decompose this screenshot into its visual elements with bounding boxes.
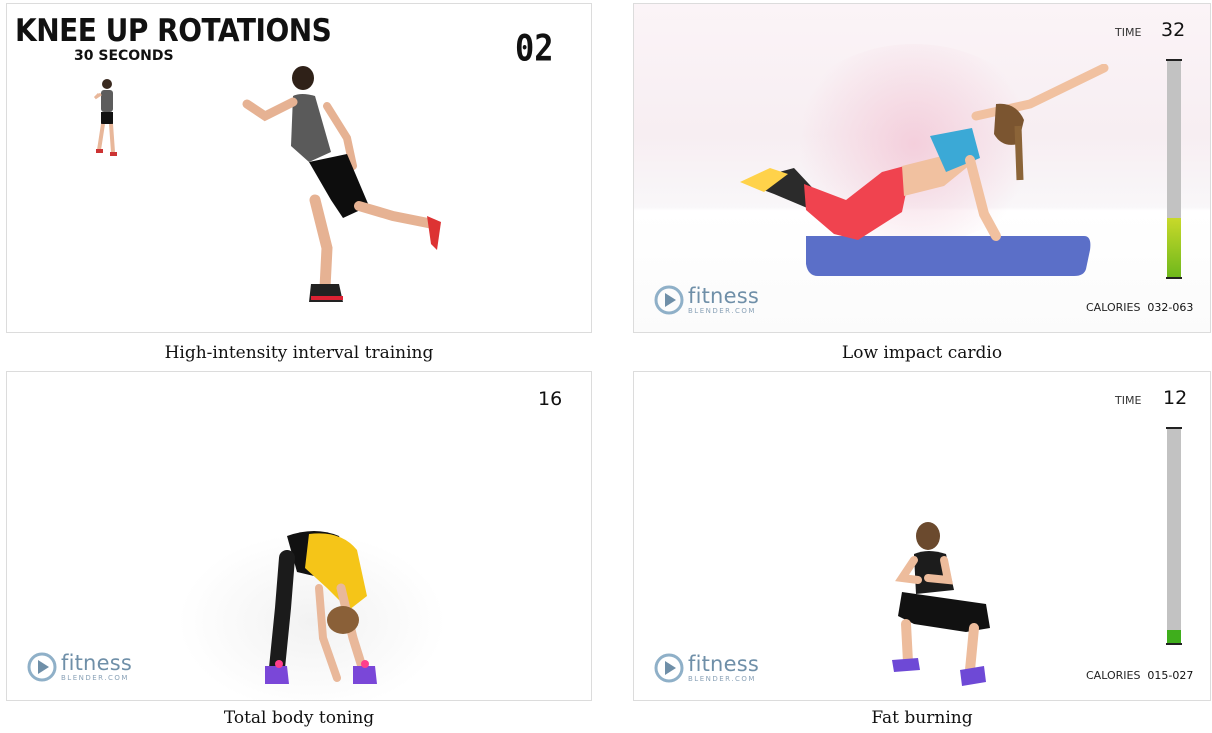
meter-fill — [1167, 218, 1181, 277]
video-thumbnail[interactable]: TIME 32 CALORIES 032-063 fitness BLENDER… — [633, 3, 1211, 333]
calories-readout: CALORIES 015-027 — [1086, 669, 1193, 682]
video-thumbnail[interactable]: KNEE UP ROTATIONS 30 SECONDS 02 — [6, 3, 592, 333]
meter-top-cap — [1166, 59, 1182, 61]
video-thumbnail[interactable]: 16 fitness BLENDER.COM — [6, 371, 592, 701]
video-caption[interactable]: High-intensity interval training — [6, 343, 592, 363]
calories-value: 015-027 — [1147, 669, 1194, 682]
meter-top-cap — [1166, 427, 1182, 429]
calories-label: CALORIES — [1086, 669, 1141, 682]
play-logo-icon — [654, 285, 684, 315]
fitness-blender-logo: fitness BLENDER.COM — [654, 653, 759, 683]
time-value: 32 — [1161, 19, 1186, 41]
meter-bottom-cap — [1166, 277, 1182, 279]
video-caption[interactable]: Fat burning — [633, 708, 1211, 728]
video-card-total-body[interactable]: 16 fitness BLENDER.COM Total body toning — [6, 371, 592, 733]
logo-domain: BLENDER.COM — [61, 673, 129, 682]
video-card-fat-burning[interactable]: TIME 12 CALORIES 015-027 fitness BLENDER… — [633, 371, 1211, 733]
exercise-title: KNEE UP ROTATIONS — [15, 12, 332, 49]
round-counter: 02 — [515, 26, 554, 70]
video-card-low-impact[interactable]: TIME 32 CALORIES 032-063 fitness BLENDER… — [633, 3, 1211, 368]
play-logo-icon — [654, 653, 684, 683]
video-card-hiit[interactable]: KNEE UP ROTATIONS 30 SECONDS 02 High-int… — [6, 3, 592, 368]
trainer-figure — [892, 522, 990, 686]
logo-domain: BLENDER.COM — [688, 306, 756, 315]
fitness-blender-logo: fitness BLENDER.COM — [654, 285, 759, 315]
logo-wordmark: fitness — [61, 650, 132, 675]
logo-domain: BLENDER.COM — [688, 674, 756, 683]
small-trainer-figure — [93, 79, 117, 156]
video-thumbnail[interactable]: TIME 12 CALORIES 015-027 fitness BLENDER… — [633, 371, 1211, 701]
time-label: TIME — [1115, 26, 1142, 39]
round-counter: 16 — [538, 388, 563, 410]
calorie-meter — [1166, 59, 1182, 279]
time-label: TIME — [1115, 394, 1142, 407]
play-logo-icon — [27, 652, 57, 682]
exercise-duration: 30 SECONDS — [74, 48, 174, 64]
logo-wordmark: fitness — [688, 651, 759, 676]
calories-value: 032-063 — [1147, 301, 1194, 314]
trainer-figure — [265, 531, 377, 684]
fitness-blender-logo: fitness BLENDER.COM — [27, 652, 132, 682]
video-caption[interactable]: Low impact cardio — [633, 343, 1211, 363]
calories-readout: CALORIES 032-063 — [1086, 301, 1193, 314]
time-value: 12 — [1163, 387, 1188, 409]
trainer-figure — [242, 66, 441, 302]
calorie-meter — [1166, 427, 1182, 645]
video-caption[interactable]: Total body toning — [6, 708, 592, 728]
meter-fill — [1167, 630, 1181, 643]
trainer-figure — [740, 64, 1109, 276]
meter-bottom-cap — [1166, 643, 1182, 645]
calories-label: CALORIES — [1086, 301, 1141, 314]
logo-wordmark: fitness — [688, 283, 759, 308]
